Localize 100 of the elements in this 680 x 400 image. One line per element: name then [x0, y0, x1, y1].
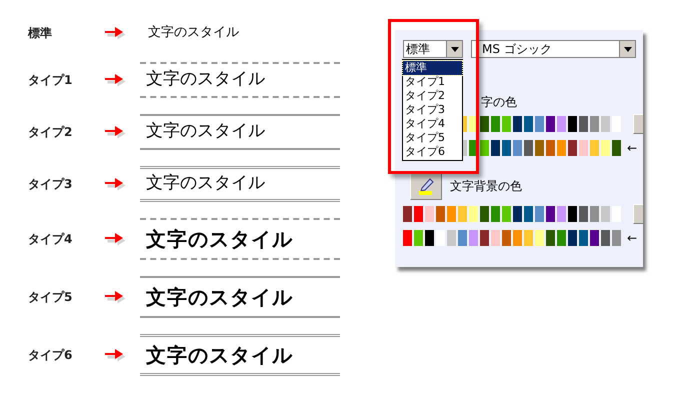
style-label: タイプ4 [28, 231, 74, 248]
color-swatch[interactable] [414, 230, 423, 246]
color-swatch[interactable] [469, 230, 478, 246]
color-swatch[interactable] [491, 116, 500, 132]
color-swatch[interactable] [502, 116, 511, 132]
color-swatch[interactable] [425, 230, 434, 246]
dropdown-option[interactable]: 標準 [403, 61, 462, 75]
font-select[interactable]: MS ゴシック [471, 40, 636, 58]
arrow-icon [104, 26, 126, 40]
color-swatch[interactable] [557, 116, 566, 132]
color-swatch[interactable] [601, 140, 610, 156]
color-swatch[interactable] [524, 116, 533, 132]
color-swatch[interactable] [590, 230, 599, 246]
color-swatch[interactable] [568, 140, 577, 156]
color-swatch[interactable] [458, 206, 467, 222]
color-swatch[interactable] [601, 206, 610, 222]
color-swatch[interactable] [546, 140, 555, 156]
style-label: タイプ2 [28, 124, 74, 141]
color-swatch[interactable] [590, 116, 599, 132]
color-swatch[interactable] [557, 206, 566, 222]
color-swatch[interactable] [579, 206, 588, 222]
color-swatch[interactable] [579, 140, 588, 156]
style-label: タイプ6 [28, 347, 74, 364]
color-swatch[interactable] [612, 140, 621, 156]
dropdown-option[interactable]: タイプ5 [403, 131, 462, 145]
dropdown-option[interactable]: タイプ4 [403, 117, 462, 131]
color-swatch[interactable] [513, 116, 522, 132]
color-swatch[interactable] [480, 140, 489, 156]
section-label: 字の色 [481, 94, 517, 110]
color-swatch[interactable] [513, 140, 522, 156]
style-label: タイプ5 [28, 289, 74, 306]
color-swatch[interactable] [502, 140, 511, 156]
caret-icon [450, 46, 458, 52]
arrow-icon [104, 73, 126, 87]
color-swatch[interactable] [557, 140, 566, 156]
arrow-icon [104, 125, 126, 139]
style-label: タイプ1 [28, 72, 74, 89]
style-sample: 文字のスタイル [140, 276, 340, 318]
color-swatch[interactable] [601, 230, 610, 246]
style-sample: 文字のスタイル [140, 62, 340, 98]
color-swatch[interactable] [491, 206, 500, 222]
color-swatch[interactable] [568, 116, 577, 132]
style-sample: 文字のスタイル [147, 24, 240, 42]
pen-icon [416, 177, 436, 195]
style-sample: 文字のスタイル [140, 218, 340, 260]
color-swatch[interactable] [535, 206, 544, 222]
color-swatch[interactable] [535, 140, 544, 156]
color-swatch[interactable] [491, 140, 500, 156]
palette-hint: ← [627, 142, 638, 154]
color-swatch[interactable] [480, 230, 489, 246]
color-swatch[interactable] [535, 230, 544, 246]
highlight-button[interactable] [410, 172, 442, 200]
arrow-icon [104, 177, 126, 191]
color-swatch[interactable] [447, 206, 456, 222]
color-swatch[interactable] [425, 206, 434, 222]
color-swatch[interactable] [403, 206, 412, 222]
color-swatch[interactable] [579, 116, 588, 132]
color-swatch[interactable] [535, 116, 544, 132]
dropdown-option[interactable]: タイプ2 [403, 89, 462, 103]
style-sample: 文字のスタイル [140, 166, 340, 202]
dropdown-option[interactable]: タイプ3 [403, 103, 462, 117]
color-swatch[interactable] [601, 116, 610, 132]
color-swatch[interactable] [513, 230, 522, 246]
color-swatch[interactable] [546, 116, 555, 132]
color-swatch[interactable] [491, 230, 500, 246]
color-swatch[interactable] [568, 230, 577, 246]
color-swatch[interactable] [469, 206, 478, 222]
dropdown-option[interactable]: タイプ1 [403, 75, 462, 89]
color-swatch[interactable] [546, 206, 555, 222]
dropdown-option[interactable]: タイプ6 [403, 145, 462, 159]
color-swatch[interactable] [579, 230, 588, 246]
arrow-icon [104, 232, 126, 246]
color-swatch[interactable] [480, 116, 489, 132]
color-swatch[interactable] [436, 206, 445, 222]
color-swatch[interactable] [502, 230, 511, 246]
style-sample: 文字のスタイル [140, 114, 340, 150]
palette-hint: ← [627, 232, 638, 244]
arrow-icon [104, 290, 126, 304]
color-swatch[interactable] [590, 140, 599, 156]
color-swatch[interactable] [524, 206, 533, 222]
color-swatch[interactable] [557, 230, 566, 246]
style-sample: 文字のスタイル [140, 334, 340, 376]
style-select[interactable]: 標準 [403, 40, 463, 58]
color-swatch[interactable] [403, 230, 412, 246]
color-swatch[interactable] [568, 206, 577, 222]
color-swatch[interactable] [524, 230, 533, 246]
color-swatch[interactable] [447, 230, 456, 246]
color-swatch[interactable] [458, 230, 467, 246]
arrow-icon [104, 348, 126, 362]
color-swatch[interactable] [590, 206, 599, 222]
color-swatch[interactable] [414, 206, 423, 222]
color-swatch[interactable] [502, 206, 511, 222]
color-swatch[interactable] [612, 230, 621, 246]
style-label: 標準 [28, 25, 53, 42]
color-swatch[interactable] [513, 206, 522, 222]
color-swatch[interactable] [480, 206, 489, 222]
section-label: 文字背景の色 [450, 178, 522, 195]
style-label: タイプ3 [28, 176, 74, 193]
color-swatch[interactable] [546, 230, 555, 246]
color-swatch[interactable] [524, 140, 533, 156]
